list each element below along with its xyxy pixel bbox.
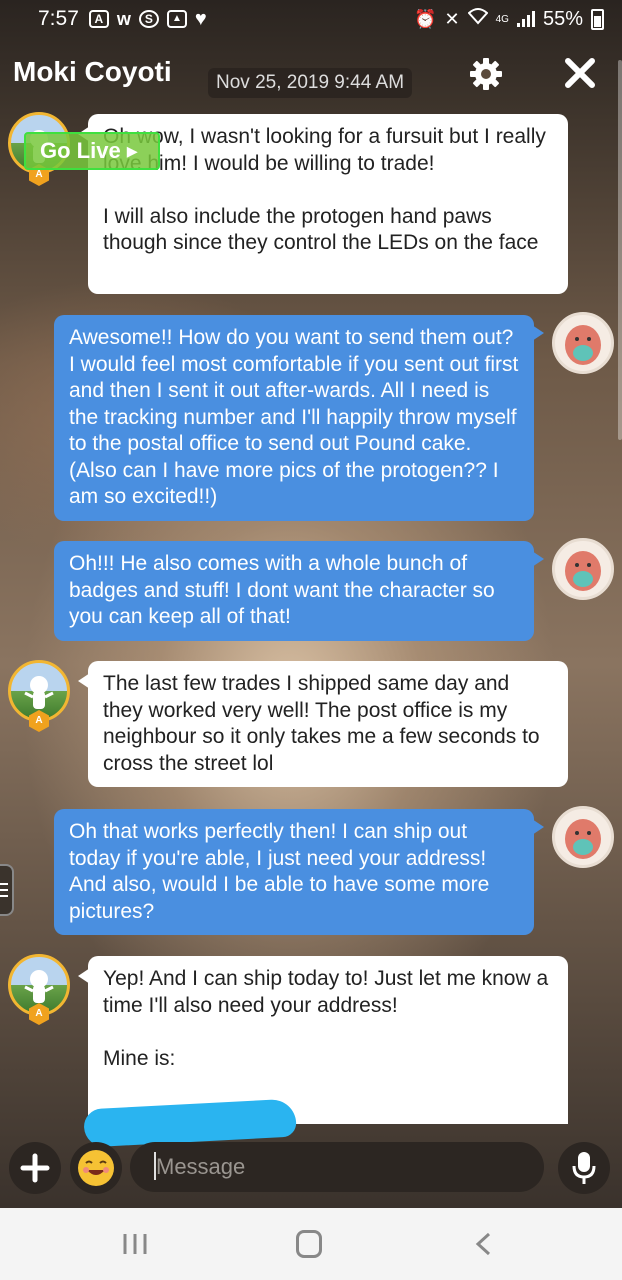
- chat-header: Moki Coyoti Nov 25, 2019 9:44 AM: [0, 44, 622, 108]
- microphone-icon: [572, 1152, 596, 1184]
- message-text: Oh!!! He also comes with a whole bunch o…: [69, 552, 495, 628]
- network-type: 4G: [495, 13, 509, 25]
- signal-icon: [516, 11, 535, 27]
- plus-icon: [20, 1153, 50, 1183]
- message-text: Yep! And I can ship today to! Just let m…: [103, 967, 549, 1070]
- message-bubble[interactable]: Oh wow, I wasn't looking for a fursuit b…: [78, 114, 568, 294]
- avatar[interactable]: [552, 806, 614, 868]
- message-bubble[interactable]: Yep! And I can ship today to! Just let m…: [78, 956, 568, 1124]
- message-text: The last few trades I shipped same day a…: [103, 672, 540, 775]
- text-cursor: [154, 1152, 156, 1180]
- message-bubble[interactable]: Awesome!! How do you want to send them o…: [54, 315, 544, 521]
- status-bar: 7:57 A w S ▲ ♥ ⏰ ✕ 4G 55%: [0, 0, 622, 38]
- home-icon[interactable]: [296, 1230, 322, 1258]
- back-icon[interactable]: [472, 1232, 496, 1256]
- message-bubble[interactable]: Oh!!! He also comes with a whole bunch o…: [54, 541, 544, 641]
- s-icon: S: [138, 10, 159, 28]
- alarm-icon: ⏰: [414, 8, 437, 29]
- battery-icon: [591, 8, 604, 30]
- mute-icon: ✕: [444, 8, 460, 29]
- scrollbar[interactable]: [618, 60, 622, 440]
- gear-icon[interactable]: [468, 56, 504, 92]
- go-live-button[interactable]: Go Live ▸: [24, 132, 160, 170]
- message-text: Oh that works perfectly then! I can ship…: [69, 820, 490, 923]
- system-nav-bar: [0, 1208, 622, 1280]
- go-live-label: Go Live: [40, 138, 121, 163]
- smiley-icon: [78, 1150, 114, 1186]
- avatar[interactable]: [552, 538, 614, 600]
- w-icon: w: [116, 8, 131, 29]
- message-text: Awesome!! How do you want to send them o…: [69, 326, 519, 508]
- amino-icon: A: [88, 10, 109, 28]
- chat-title[interactable]: Moki Coyoti: [13, 56, 172, 88]
- message-input-bar: Message: [0, 1140, 622, 1200]
- status-time: 7:57: [38, 7, 79, 30]
- message-bubble[interactable]: The last few trades I shipped same day a…: [78, 661, 568, 787]
- close-icon[interactable]: [563, 56, 597, 90]
- message-text: Oh wow, I wasn't looking for a fursuit b…: [103, 125, 546, 254]
- wifi-icon: [467, 7, 489, 31]
- message-bubble[interactable]: Oh that works perfectly then! I can ship…: [54, 809, 544, 935]
- message-input[interactable]: Message: [130, 1142, 544, 1192]
- date-separator: Nov 25, 2019 9:44 AM: [208, 68, 413, 98]
- mic-button[interactable]: [558, 1142, 610, 1194]
- emoji-button[interactable]: [70, 1142, 122, 1194]
- recent-apps-icon[interactable]: [122, 1232, 148, 1256]
- heart-icon: ♥: [194, 7, 207, 30]
- side-panel-handle[interactable]: [0, 864, 14, 916]
- gallery-icon: ▲: [166, 10, 187, 28]
- avatar[interactable]: [552, 312, 614, 374]
- battery-percent: 55%: [542, 7, 583, 30]
- add-button[interactable]: [9, 1142, 61, 1194]
